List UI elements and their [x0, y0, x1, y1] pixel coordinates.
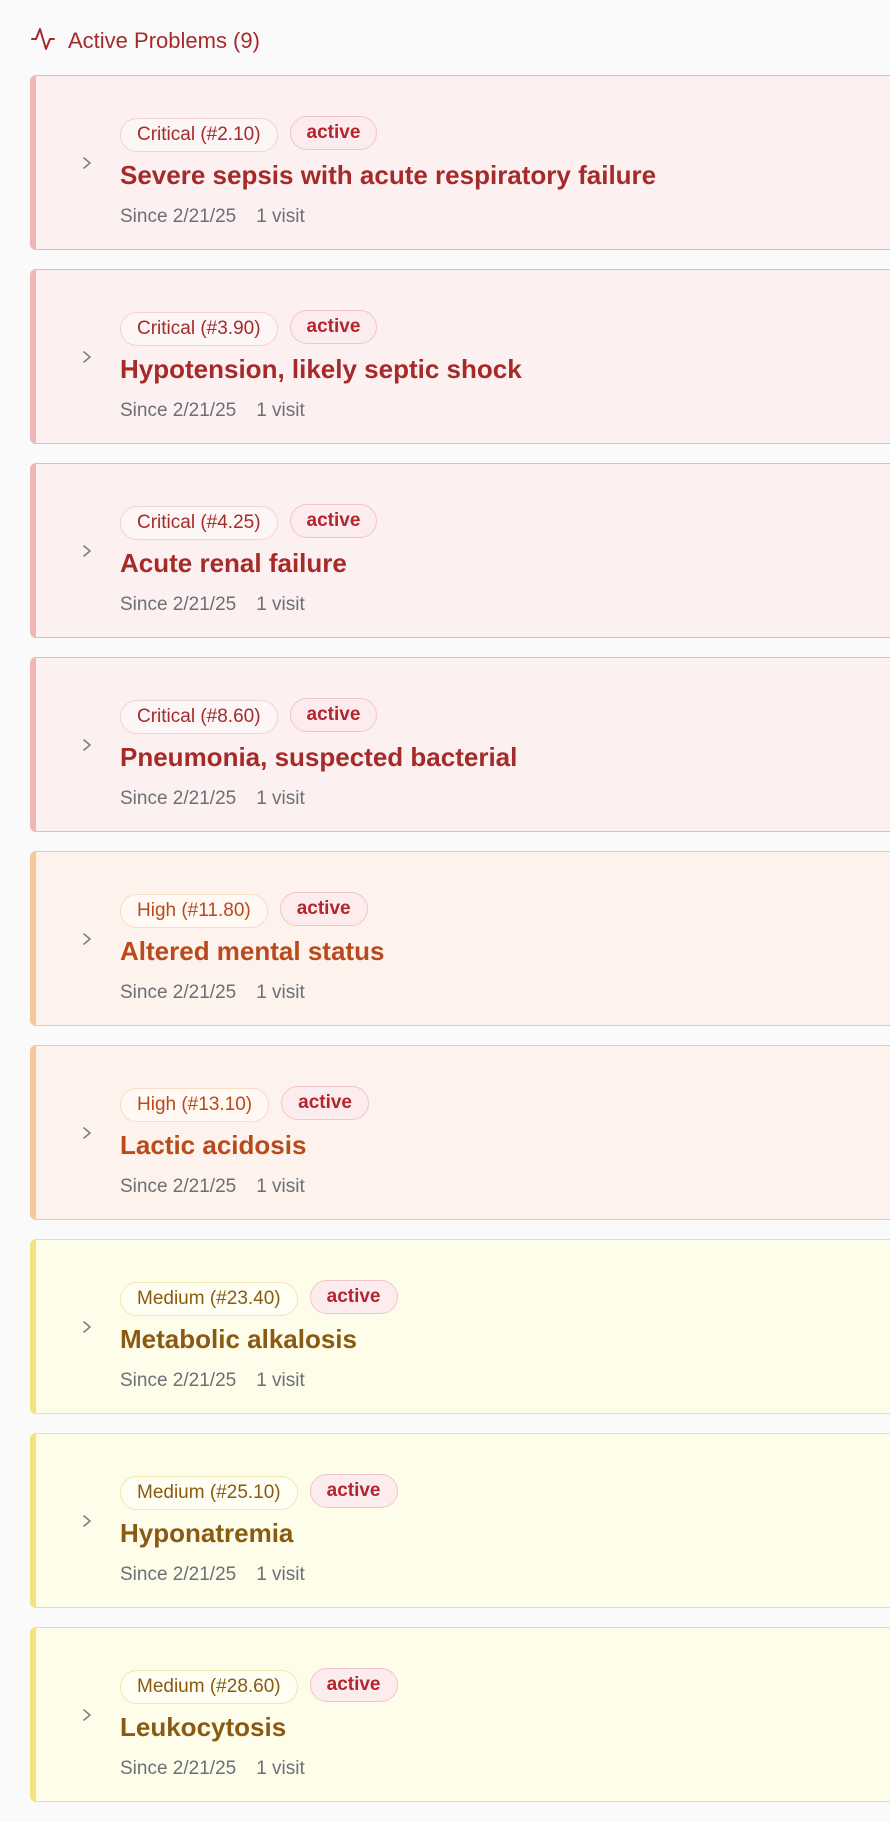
visit-count: 1 visit	[256, 1176, 305, 1197]
chevron-right-icon[interactable]	[80, 932, 94, 946]
problem-badges: Medium (#23.40) active	[120, 1280, 398, 1316]
priority-badge: Critical (#3.90)	[120, 312, 278, 346]
section-header: Active Problems (9)	[30, 24, 260, 58]
chevron-right-icon[interactable]	[80, 156, 94, 170]
status-badge: active	[281, 1086, 369, 1120]
problem-card[interactable]: Critical (#3.90) active Hypotension, lik…	[30, 269, 890, 444]
problem-name[interactable]: Severe sepsis with acute respiratory fai…	[120, 160, 656, 191]
problem-card[interactable]: Medium (#23.40) active Metabolic alkalos…	[30, 1239, 890, 1414]
problem-name[interactable]: Metabolic alkalosis	[120, 1324, 357, 1355]
activity-icon	[30, 26, 56, 57]
chevron-right-icon[interactable]	[80, 544, 94, 558]
problem-name[interactable]: Altered mental status	[120, 936, 384, 967]
problem-name[interactable]: Leukocytosis	[120, 1712, 286, 1743]
visit-count: 1 visit	[256, 594, 305, 615]
since-date: Since 2/21/25	[120, 788, 237, 809]
problem-card[interactable]: Medium (#25.10) active Hyponatremia Sinc…	[30, 1433, 890, 1608]
status-badge: active	[289, 504, 378, 538]
problem-badges: High (#13.10) active	[120, 1086, 369, 1122]
status-badge: active	[279, 892, 368, 926]
since-date: Since 2/21/25	[120, 594, 237, 615]
problem-meta: Since 2/21/25 1 visit	[120, 1370, 305, 1392]
since-date: Since 2/21/25	[120, 1176, 237, 1197]
priority-badge: High (#13.10)	[120, 1088, 270, 1122]
active-problems-panel: Active Problems (9) Critical (#2.10) act…	[0, 0, 890, 1822]
visit-count: 1 visit	[256, 206, 305, 227]
chevron-right-icon[interactable]	[80, 1514, 94, 1528]
visit-count: 1 visit	[256, 788, 305, 809]
problem-meta: Since 2/21/25 1 visit	[120, 1758, 305, 1780]
problem-badges: Critical (#3.90) active	[120, 310, 378, 346]
problem-badges: Medium (#25.10) active	[120, 1474, 398, 1510]
since-date: Since 2/21/25	[120, 1370, 237, 1391]
visit-count: 1 visit	[256, 1758, 305, 1779]
status-badge: active	[289, 698, 378, 732]
visit-count: 1 visit	[256, 1370, 305, 1391]
status-badge: active	[309, 1474, 398, 1508]
problem-badges: Critical (#8.60) active	[120, 698, 378, 734]
problem-meta: Since 2/21/25 1 visit	[120, 400, 305, 422]
problem-meta: Since 2/21/25 1 visit	[120, 982, 305, 1004]
problem-meta: Since 2/21/25 1 visit	[120, 1176, 305, 1198]
since-date: Since 2/21/25	[120, 206, 237, 227]
since-date: Since 2/21/25	[120, 1564, 237, 1585]
problem-name[interactable]: Hyponatremia	[120, 1518, 293, 1549]
problem-card[interactable]: Medium (#28.60) active Leukocytosis Sinc…	[30, 1627, 890, 1802]
problem-name[interactable]: Pneumonia, suspected bacterial	[120, 742, 517, 773]
visit-count: 1 visit	[256, 1564, 305, 1585]
priority-badge: Critical (#8.60)	[120, 700, 278, 734]
problem-card[interactable]: Critical (#2.10) active Severe sepsis wi…	[30, 75, 890, 250]
problem-badges: High (#11.80) active	[120, 892, 368, 928]
problem-meta: Since 2/21/25 1 visit	[120, 594, 305, 616]
status-badge: active	[289, 310, 378, 344]
problem-name[interactable]: Lactic acidosis	[120, 1130, 306, 1161]
problem-card[interactable]: Critical (#4.25) active Acute renal fail…	[30, 463, 890, 638]
since-date: Since 2/21/25	[120, 400, 237, 421]
priority-badge: Critical (#2.10)	[120, 118, 278, 152]
problem-name[interactable]: Acute renal failure	[120, 548, 347, 579]
priority-badge: High (#11.80)	[120, 894, 268, 928]
problem-meta: Since 2/21/25 1 visit	[120, 788, 305, 810]
problem-name[interactable]: Hypotension, likely septic shock	[120, 354, 522, 385]
problem-card[interactable]: High (#11.80) active Altered mental stat…	[30, 851, 890, 1026]
chevron-right-icon[interactable]	[80, 350, 94, 364]
status-badge: active	[309, 1280, 398, 1314]
chevron-right-icon[interactable]	[80, 738, 94, 752]
problem-meta: Since 2/21/25 1 visit	[120, 1564, 305, 1586]
status-badge: active	[309, 1668, 398, 1702]
visit-count: 1 visit	[256, 982, 305, 1003]
problem-badges: Medium (#28.60) active	[120, 1668, 398, 1704]
chevron-right-icon[interactable]	[80, 1320, 94, 1334]
since-date: Since 2/21/25	[120, 1758, 237, 1779]
chevron-right-icon[interactable]	[80, 1126, 94, 1140]
problem-card[interactable]: High (#13.10) active Lactic acidosis Sin…	[30, 1045, 890, 1220]
section-title: Active Problems (9)	[68, 28, 260, 53]
priority-badge: Medium (#23.40)	[120, 1282, 298, 1316]
problem-list: Critical (#2.10) active Severe sepsis wi…	[30, 75, 890, 1821]
chevron-right-icon[interactable]	[80, 1708, 94, 1722]
problem-meta: Since 2/21/25 1 visit	[120, 206, 305, 228]
problem-badges: Critical (#4.25) active	[120, 504, 378, 540]
since-date: Since 2/21/25	[120, 982, 237, 1003]
problem-card[interactable]: Critical (#8.60) active Pneumonia, suspe…	[30, 657, 890, 832]
priority-badge: Critical (#4.25)	[120, 506, 278, 540]
problem-badges: Critical (#2.10) active	[120, 116, 378, 152]
priority-badge: Medium (#28.60)	[120, 1670, 298, 1704]
status-badge: active	[289, 116, 378, 150]
priority-badge: Medium (#25.10)	[120, 1476, 298, 1510]
visit-count: 1 visit	[256, 400, 305, 421]
